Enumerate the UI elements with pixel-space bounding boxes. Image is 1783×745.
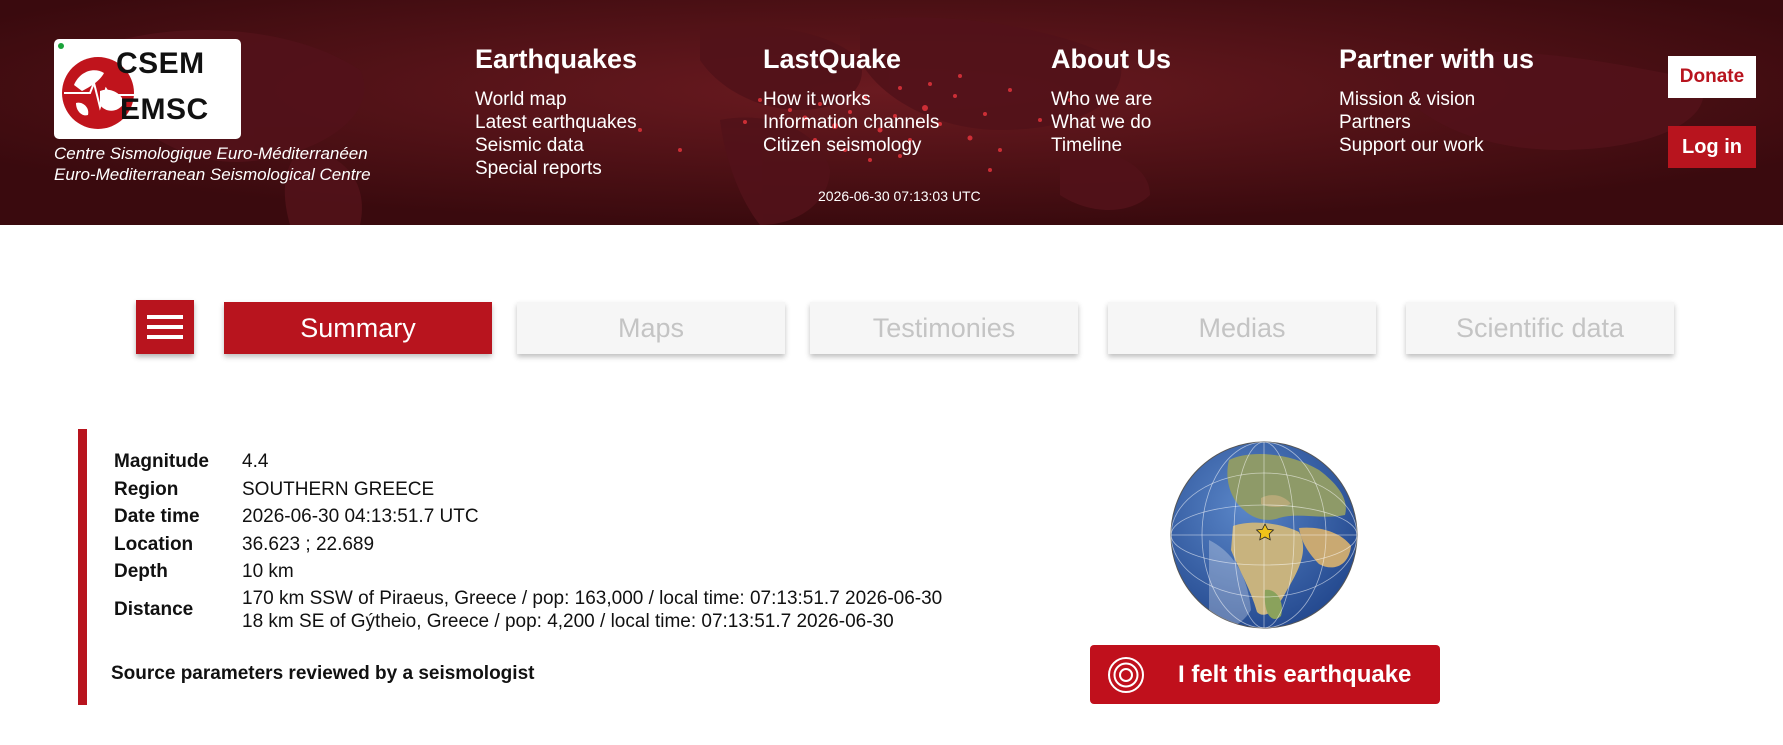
nav-link-special-reports[interactable]: Special reports <box>475 157 637 180</box>
hamburger-icon-bar <box>147 335 183 339</box>
target-icon <box>1108 657 1144 693</box>
distance-value-1: 170 km SSW of Piraeus, Greece / pop: 163… <box>242 588 943 609</box>
nav-title-earthquakes[interactable]: Earthquakes <box>475 44 637 74</box>
nav-link-partners[interactable]: Partners <box>1339 111 1534 134</box>
location-label: Location <box>114 534 194 555</box>
login-button[interactable]: Log in <box>1668 126 1756 168</box>
depth-label: Depth <box>114 561 168 582</box>
distance-label: Distance <box>114 599 194 620</box>
hamburger-icon <box>147 315 183 319</box>
emsc-logo[interactable]: CSEM EMSC <box>54 39 241 139</box>
nav-link-information-channels[interactable]: Information channels <box>763 111 939 134</box>
nav-link-what-we-do[interactable]: What we do <box>1051 111 1171 134</box>
nav-link-world-map[interactable]: World map <box>475 88 637 111</box>
datetime-value: 2026-06-30 04:13:51.7 UTC <box>242 506 479 527</box>
nav-link-mission-vision[interactable]: Mission & vision <box>1339 88 1534 111</box>
hamburger-menu-button[interactable] <box>136 300 194 354</box>
tagline-en: Euro-Mediterranean Seismological Centre <box>54 165 371 184</box>
nav-partner: Partner with us Mission & vision Partner… <box>1339 44 1534 157</box>
location-value: 36.623 ; 22.689 <box>242 534 375 555</box>
review-status: Source parameters reviewed by a seismolo… <box>111 663 535 684</box>
utc-clock: 2026-06-30 07:13:03 UTC <box>818 188 981 204</box>
felt-earthquake-label: I felt this earthquake <box>1178 661 1412 688</box>
tab-scientific-data[interactable]: Scientific data <box>1406 302 1674 354</box>
depth-value: 10 km <box>242 561 294 582</box>
region-value: SOUTHERN GREECE <box>242 479 435 500</box>
region-label: Region <box>114 479 179 500</box>
nav-title-partner-with-us[interactable]: Partner with us <box>1339 44 1534 74</box>
datetime-label: Date time <box>114 506 200 527</box>
distance-value-2: 18 km SE of Gýtheio, Greece / pop: 4,200… <box>242 611 894 632</box>
magnitude-label: Magnitude <box>114 451 209 472</box>
nav-link-citizen-seismology[interactable]: Citizen seismology <box>763 134 939 157</box>
tab-summary[interactable]: Summary <box>224 302 492 354</box>
nav-link-how-it-works[interactable]: How it works <box>763 88 939 111</box>
nav-link-timeline[interactable]: Timeline <box>1051 134 1171 157</box>
nav-link-who-we-are[interactable]: Who we are <box>1051 88 1171 111</box>
nav-title-lastquake[interactable]: LastQuake <box>763 44 939 74</box>
felt-earthquake-button[interactable]: I felt this earthquake <box>1090 645 1440 704</box>
nav-title-about-us[interactable]: About Us <box>1051 44 1171 74</box>
nav-lastquake: LastQuake How it works Information chann… <box>763 44 939 157</box>
nav-earthquakes: Earthquakes World map Latest earthquakes… <box>475 44 637 180</box>
tagline-fr: Centre Sismologique Euro-Méditerranéen <box>54 144 368 163</box>
event-details-panel: Magnitude 4.4 Region SOUTHERN GREECE Dat… <box>78 429 987 705</box>
hamburger-icon-bar <box>147 325 183 329</box>
nav-link-latest-earthquakes[interactable]: Latest earthquakes <box>475 111 637 134</box>
tab-medias[interactable]: Medias <box>1108 302 1376 354</box>
site-header: CSEM EMSC Centre Sismologique Euro-Médit… <box>0 0 1783 225</box>
logo-text-emsc: EMSC <box>120 93 209 126</box>
magnitude-value: 4.4 <box>242 451 269 472</box>
tab-maps[interactable]: Maps <box>517 302 785 354</box>
nav-link-seismic-data[interactable]: Seismic data <box>475 134 637 157</box>
logo-text-csem: CSEM <box>116 47 205 80</box>
tab-testimonies[interactable]: Testimonies <box>810 302 1078 354</box>
globe-map <box>1170 441 1358 629</box>
donate-button[interactable]: Donate <box>1668 56 1756 98</box>
nav-link-support-our-work[interactable]: Support our work <box>1339 134 1534 157</box>
nav-about-us: About Us Who we are What we do Timeline <box>1051 44 1171 157</box>
